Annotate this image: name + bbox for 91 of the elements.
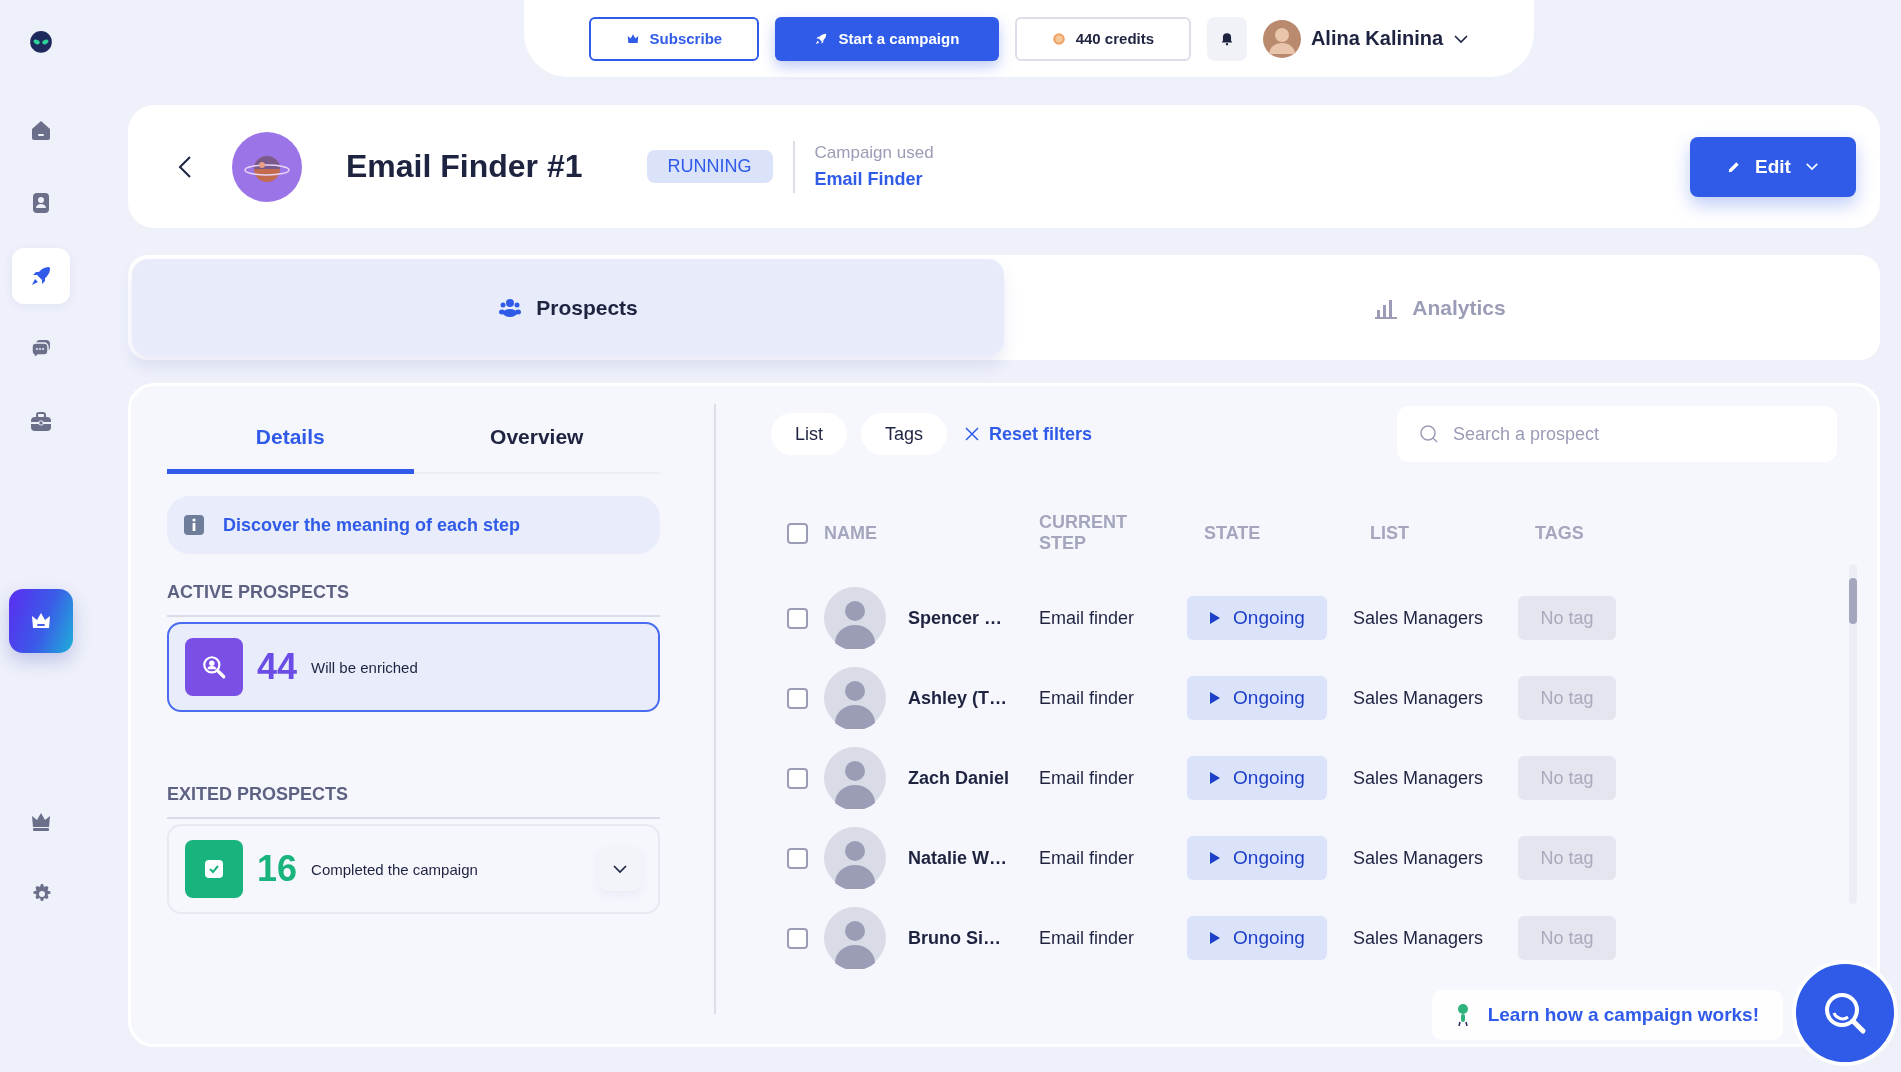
chevron-down-icon — [1804, 162, 1819, 171]
prospect-name: Spencer … — [908, 607, 1004, 629]
table-cell-text: Email finder — [1039, 767, 1136, 789]
row-checkbox[interactable] — [787, 607, 808, 629]
house-icon — [29, 118, 53, 142]
table-cell-text: Sales Managers — [1353, 687, 1485, 709]
notifications-button[interactable] — [1206, 16, 1247, 61]
checkbox-icon — [185, 840, 243, 898]
row-checkbox[interactable] — [787, 687, 808, 709]
prospect-count: 44 — [257, 646, 298, 688]
tab[interactable]: Prospects — [132, 259, 1004, 356]
state-badge: Ongoing — [1187, 596, 1327, 640]
tag-badge: No tag — [1518, 676, 1616, 720]
search-icon — [1419, 424, 1439, 444]
rocket-icon — [814, 31, 829, 46]
subscribe-button[interactable]: Subscribe — [588, 16, 759, 61]
tab[interactable]: Details — [167, 404, 414, 474]
credits-button[interactable]: 440 credits — [1014, 16, 1191, 61]
row-checkbox[interactable] — [787, 767, 808, 789]
user-menu[interactable]: Alina Kalinina — [1262, 19, 1470, 58]
scrollbar[interactable] — [1849, 564, 1857, 904]
state-badge: Ongoing — [1187, 676, 1327, 720]
campaign-used-label: Campaign used — [814, 143, 934, 163]
table-cell-text: Sales Managers — [1353, 927, 1485, 949]
table-cell-text: Sales Managers — [1353, 607, 1485, 629]
column-header: TAGS — [1535, 522, 1584, 544]
briefcase-icon — [29, 410, 53, 434]
table-cell-text: Email finder — [1039, 927, 1136, 949]
select-all-checkbox[interactable] — [787, 522, 808, 544]
prospect-name: Natalie W… — [908, 847, 1009, 869]
alien-figure-icon — [1455, 1004, 1470, 1026]
tab[interactable]: Overview — [413, 404, 660, 474]
play-icon — [1209, 691, 1222, 705]
start-campaign-button[interactable]: Start a campaign — [774, 16, 999, 61]
rocket-icon — [29, 264, 53, 288]
table-cell-text: Sales Managers — [1353, 847, 1485, 869]
campaign-link[interactable]: Email Finder — [814, 169, 934, 190]
prospect-count-label: Completed the campaign — [311, 860, 478, 878]
column-header: NAME — [824, 522, 878, 544]
filter-chip[interactable]: Tags — [861, 413, 948, 455]
info-link[interactable]: Discover the meaning of each step — [223, 514, 521, 536]
tag-badge: No tag — [1518, 836, 1616, 880]
section-heading: ACTIVE PROSPECTS — [167, 554, 660, 617]
info-banner[interactable]: Discover the meaning of each step — [167, 496, 660, 554]
table-cell-text: Sales Managers — [1353, 767, 1485, 789]
state-badge: Ongoing — [1187, 916, 1327, 960]
table-cell-text: Email finder — [1039, 687, 1136, 709]
tag-badge: No tag — [1518, 596, 1616, 640]
play-icon — [1209, 611, 1222, 625]
prospect-name: Bruno Si… — [908, 927, 1002, 949]
play-icon — [1209, 771, 1222, 785]
play-icon — [1209, 931, 1222, 945]
row-checkbox[interactable] — [787, 847, 808, 869]
chevron-down-icon — [612, 864, 628, 874]
search-field[interactable]: Search a prospect — [1397, 406, 1837, 462]
status-badge: RUNNING — [646, 150, 773, 183]
tag-badge: No tag — [1518, 916, 1616, 960]
table-cell-text: Email finder — [1039, 847, 1136, 869]
column-header: STATE — [1204, 522, 1262, 544]
prospect-name: Zach Daniel — [908, 767, 1011, 789]
row-checkbox[interactable] — [787, 927, 808, 949]
user-name: Alina Kalinina — [1310, 27, 1444, 50]
close-icon — [965, 427, 980, 441]
upgrade-button[interactable] — [9, 589, 73, 653]
state-badge: Ongoing — [1187, 756, 1327, 800]
prospect-name: Ashley (T… — [908, 687, 1009, 709]
column-header: CURRENT STEP — [1039, 512, 1128, 554]
edit-button[interactable]: Edit — [1690, 136, 1856, 197]
help-toast[interactable]: Learn how a campaign works! — [1431, 990, 1783, 1040]
sidebar-item[interactable] — [12, 248, 70, 304]
campaign-title: Email Finder #1 — [346, 148, 583, 185]
search-person-icon — [185, 638, 243, 696]
prospect-count-label: Will be enriched — [311, 658, 418, 676]
pencil-icon — [1727, 159, 1742, 174]
alien-head-icon — [28, 30, 54, 56]
column-header: LIST — [1370, 522, 1410, 544]
section-heading: EXITED PROSPECTS — [167, 756, 660, 819]
bell-icon — [1219, 31, 1234, 46]
tag-badge: No tag — [1518, 756, 1616, 800]
filter-chip[interactable]: List — [771, 413, 847, 455]
chevron-down-icon — [1453, 33, 1470, 44]
play-icon — [1209, 851, 1222, 865]
back-button[interactable] — [178, 154, 192, 179]
state-badge: Ongoing — [1187, 836, 1327, 880]
table-cell-text: Email finder — [1039, 607, 1136, 629]
chevron-left-icon — [178, 154, 192, 179]
coin-icon — [1051, 31, 1066, 46]
prospect-count: 16 — [257, 848, 298, 890]
reset-filters-button[interactable]: Reset filters — [965, 423, 1093, 445]
avatar-icon — [1262, 19, 1301, 58]
info-icon — [183, 514, 205, 536]
